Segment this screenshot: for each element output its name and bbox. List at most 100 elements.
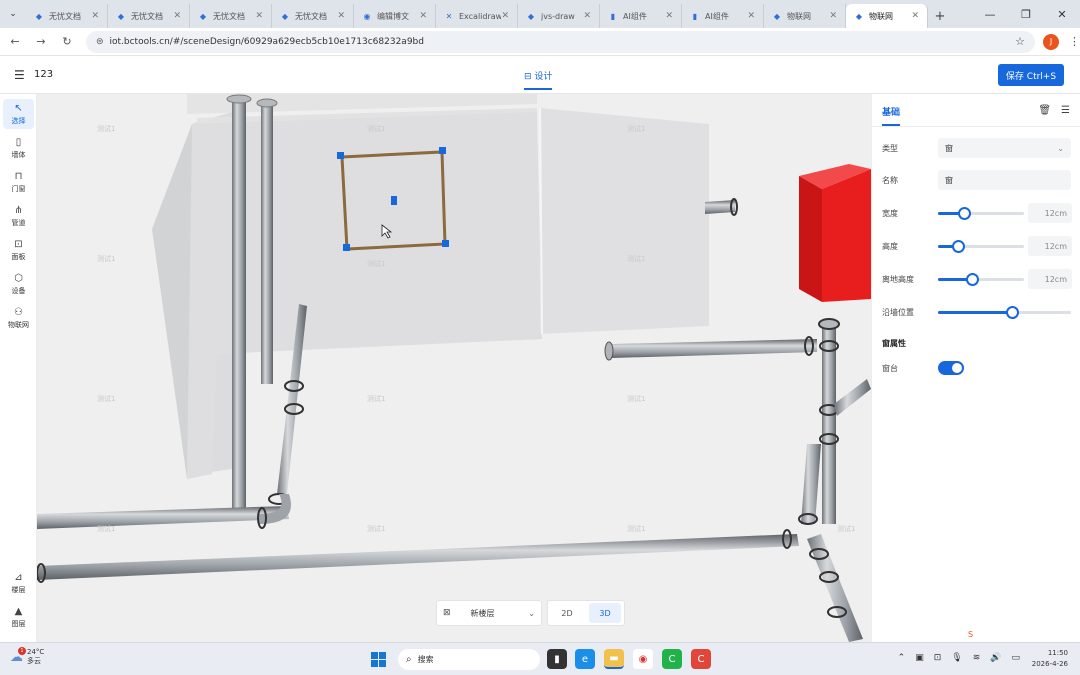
tool-button[interactable]: ⊿ 楼层 <box>3 568 34 598</box>
tab-label: 物联网 <box>869 11 893 21</box>
slider-handle[interactable] <box>966 273 980 286</box>
scene-canvas[interactable] <box>37 94 871 642</box>
close-tab-icon[interactable]: ✕ <box>747 11 755 21</box>
browser-tab[interactable]: ◆ 无忧文档 ✕ <box>26 4 108 28</box>
floor-height-row: 离地高度 12cm <box>882 268 1072 290</box>
slider-handle[interactable] <box>1006 306 1020 319</box>
tray-app-icon[interactable]: ▣ <box>915 653 924 663</box>
chrome-icon[interactable]: ◉ <box>633 649 653 669</box>
wall-position-slider[interactable] <box>938 302 1071 322</box>
reload-button[interactable]: ↻ <box>56 31 78 53</box>
tool-button[interactable]: ⚇ 物联网 <box>3 303 34 333</box>
maximize-icon[interactable]: ❐ <box>1008 0 1044 28</box>
browser-tab[interactable]: ◆ jvs-draw ✕ <box>518 4 600 28</box>
tool-button[interactable]: ↖ 选择 <box>3 99 34 129</box>
close-tab-icon[interactable]: ✕ <box>91 11 99 21</box>
properties-panel: 基础 🗑 ☰ 类型 窗 ⌄ 名称 窗 宽度 12cm 高度 12cm 离地高度 … <box>871 94 1080 642</box>
browser-tab[interactable]: ◆ 无忧文档 ✕ <box>272 4 354 28</box>
tool-button[interactable]: ⊡ 面板 <box>3 235 34 265</box>
wall-position-row: 沿墙位置 <box>882 301 1072 323</box>
volume-icon[interactable]: 🔊 <box>990 653 1001 663</box>
view-3d-button[interactable]: 3D <box>589 603 621 623</box>
close-tab-icon[interactable]: ✕ <box>583 11 591 21</box>
browser-tab[interactable]: ✕ Excalidraw ✕ <box>436 4 518 28</box>
height-value[interactable]: 12cm <box>1028 236 1072 256</box>
name-input[interactable]: 窗 <box>938 170 1071 190</box>
tool-icon: ⊓ <box>14 170 23 182</box>
sill-toggle[interactable] <box>938 361 964 375</box>
list-icon[interactable]: ☰ <box>1061 105 1070 116</box>
new-tab-button[interactable]: + <box>928 4 952 28</box>
tool-button[interactable]: ⬡ 设备 <box>3 269 34 299</box>
delete-icon[interactable]: 🗑 <box>1038 105 1051 116</box>
browser-tab[interactable]: ◆ 物联网 ✕ <box>846 4 928 28</box>
tool-button[interactable]: ▲ 图层 <box>3 602 34 632</box>
close-tab-icon[interactable]: ✕ <box>337 11 345 21</box>
tool-button[interactable]: ⋔ 管道 <box>3 201 34 231</box>
taskbar-search[interactable]: ⌕ 搜索 <box>398 649 540 670</box>
microphone-icon[interactable]: 🎙 <box>951 653 962 663</box>
close-icon[interactable]: ✕ <box>1044 0 1080 28</box>
tab-list: ◆ 无忧文档 ✕ ◆ 无忧文档 ✕ ◆ 无忧文档 ✕ ◆ 无忧文档 ✕ ◉ 编辑博文 ✕ ✕ Excalidra… <box>26 4 928 28</box>
close-tab-icon[interactable]: ✕ <box>501 11 509 21</box>
height-slider[interactable] <box>938 236 1024 256</box>
floor-height-value[interactable]: 12cm <box>1028 269 1072 289</box>
close-tab-icon[interactable]: ✕ <box>665 11 673 21</box>
tool-label: 墙体 <box>11 150 26 159</box>
tab-basic[interactable]: 基础 <box>882 105 901 126</box>
tool-button[interactable]: ⊓ 门窗 <box>3 167 34 197</box>
battery-icon[interactable]: ▭ <box>1011 653 1020 663</box>
app-icon-red[interactable]: C <box>691 649 711 669</box>
close-tab-icon[interactable]: ✕ <box>255 11 263 21</box>
menu-icon[interactable]: ☰ <box>14 68 25 82</box>
3d-viewport[interactable]: 测试1 测试1 测试1 测试1 测试1 测试1 测试1 测试1 测试1 测试1 测试1 测试1 测试1 … <box>37 94 871 642</box>
floor-height-slider[interactable] <box>938 269 1024 289</box>
tab-search-button[interactable]: ⌄ <box>0 0 26 28</box>
sill-row: 窗台 <box>882 357 1072 379</box>
pipe-cap-2 <box>256 98 278 108</box>
close-tab-icon[interactable]: ✕ <box>829 11 837 21</box>
edge-icon[interactable]: e <box>575 649 595 669</box>
chevron-up-icon[interactable]: ⌃ <box>898 653 906 663</box>
minimize-icon[interactable]: — <box>972 0 1008 28</box>
app-icon-green[interactable]: C <box>662 649 682 669</box>
task-view-icon[interactable]: ▮ <box>547 649 567 669</box>
close-tab-icon[interactable]: ✕ <box>911 11 919 21</box>
save-button[interactable]: 保存 Ctrl+S <box>998 64 1064 86</box>
wifi-icon[interactable]: ≋ <box>973 653 981 663</box>
width-value[interactable]: 12cm <box>1028 203 1072 223</box>
browser-tab[interactable]: ▮ AI组件 ✕ <box>600 4 682 28</box>
close-tab-icon[interactable]: ✕ <box>173 11 181 21</box>
tab-label: 物联网 <box>787 11 811 21</box>
view-2d-button[interactable]: 2D <box>551 603 583 623</box>
layer-select[interactable]: ⊠ 新楼层 ⌄ <box>436 600 542 626</box>
tab-label: 无忧文档 <box>213 11 245 21</box>
weather-condition: 多云 <box>27 657 41 665</box>
forward-button[interactable]: → <box>30 31 52 53</box>
tool-label: 楼层 <box>11 585 26 594</box>
browser-tab[interactable]: ◆ 物联网 ✕ <box>764 4 846 28</box>
slider-handle[interactable] <box>957 207 971 220</box>
system-clock[interactable]: 11:50 2026-4-26 <box>1032 648 1068 670</box>
watermark-text: 测试1 <box>367 125 386 133</box>
browser-tab[interactable]: ◆ 无忧文档 ✕ <box>108 4 190 28</box>
width-slider[interactable] <box>938 203 1024 223</box>
browser-menu-icon[interactable]: ⋮ <box>1069 35 1080 48</box>
url-field[interactable]: ⊜ iot.bctools.cn/#/sceneDesign/60929a629… <box>85 30 1036 53</box>
browser-tab[interactable]: ◉ 编辑博文 ✕ <box>354 4 436 28</box>
type-select[interactable]: 窗 ⌄ <box>938 138 1071 158</box>
tab-design[interactable]: ⊟ 设计 <box>524 69 553 90</box>
close-tab-icon[interactable]: ✕ <box>419 11 427 21</box>
back-button[interactable]: ← <box>4 31 26 53</box>
browser-tab[interactable]: ▮ AI组件 ✕ <box>682 4 764 28</box>
slider-handle[interactable] <box>951 240 965 253</box>
profile-avatar[interactable]: J <box>1043 33 1060 50</box>
file-explorer-icon[interactable]: ▬ <box>604 649 624 669</box>
tray-app-icon-2[interactable]: ⊡ <box>934 653 942 663</box>
browser-tab[interactable]: ◆ 无忧文档 ✕ <box>190 4 272 28</box>
pipe-cap-3 <box>818 318 840 330</box>
windows-start-icon[interactable] <box>371 652 386 667</box>
bookmark-star-icon[interactable]: ☆ <box>1015 35 1025 48</box>
weather-widget[interactable]: ☁ 1 24°C 多云 <box>10 646 44 666</box>
tool-button[interactable]: ▯ 墙体 <box>3 133 34 163</box>
